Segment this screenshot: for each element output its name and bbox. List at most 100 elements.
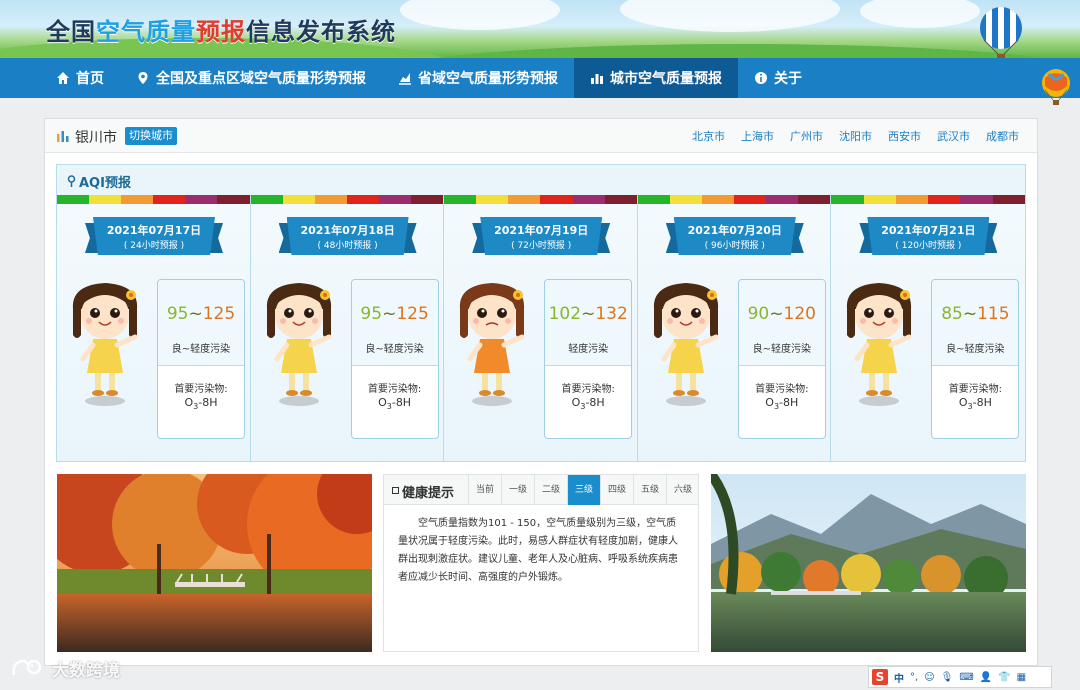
- punctuation-icon[interactable]: °,: [910, 672, 918, 683]
- current-city: 银川市: [75, 130, 117, 146]
- nav-provincial-label: 省域空气质量形势预报: [418, 71, 558, 87]
- primary-pollutant: O3-8H: [958, 396, 992, 412]
- aqi-low: 95: [166, 304, 189, 324]
- date-ribbon: 2021年07月18日 ( 48小时预报 ): [278, 217, 417, 255]
- nav-about[interactable]: 关于: [738, 58, 818, 98]
- primary-pollutant-label: 首要污染物:: [948, 384, 1003, 395]
- nav-about-label: 关于: [774, 71, 802, 87]
- primary-pollutant-label: 首要污染物:: [367, 384, 422, 395]
- user-icon[interactable]: 👤: [980, 672, 992, 683]
- forecast-day-1: 2021年07月17日 ( 24小时预报 ) 95~125 良~轻度污染 首要污…: [57, 195, 251, 461]
- forecast-days: 2021年07月17日 ( 24小时预报 ) 95~125 良~轻度污染 首要污…: [57, 195, 1025, 461]
- forecast-horizon: ( 72小时预报 ): [511, 241, 572, 251]
- emoji-icon[interactable]: ☺: [924, 672, 934, 683]
- nav-provincial-forecast[interactable]: 省域空气质量形势预报: [382, 58, 574, 98]
- date-ribbon: 2021年07月17日 ( 24小时预报 ): [85, 217, 223, 255]
- forecast-horizon: ( 96小时预报 ): [704, 241, 765, 251]
- aqi-level-colorbar: [57, 195, 250, 204]
- location-pin-icon: [67, 175, 76, 187]
- aqi-low: 90: [747, 304, 770, 324]
- tab-level-3[interactable]: 三级: [567, 475, 600, 505]
- aqi-level-tabs: 当前 一级 二级 三级 四级 五级 六级: [468, 475, 699, 505]
- city-link-shanghai[interactable]: 上海市: [741, 128, 774, 144]
- toolbox-icon[interactable]: ▦: [1017, 672, 1026, 683]
- skin-icon[interactable]: 👕: [998, 672, 1010, 683]
- location-pin-icon: [138, 72, 148, 84]
- nav-home[interactable]: 首页: [0, 58, 120, 98]
- city-link-shenyang[interactable]: 沈阳市: [839, 128, 872, 144]
- primary-pollutant-label: 首要污染物:: [174, 384, 228, 395]
- aqi-level-text: 良~轻度污染: [365, 344, 424, 355]
- aqi-level-text: 良~轻度污染: [171, 344, 231, 355]
- tab-level-1[interactable]: 一级: [501, 475, 534, 505]
- forecast-horizon: ( 48小时预报 ): [317, 241, 378, 251]
- aqi-level-colorbar: [637, 195, 831, 204]
- aqi-range: 90~120: [747, 304, 816, 324]
- happy-girl-mascot-icon: [847, 283, 912, 406]
- aqi-card: 95~125 良~轻度污染 首要污染物: O3-8H: [157, 279, 245, 439]
- aqi-range: 95~125: [360, 304, 429, 324]
- aqi-range: 85~115: [941, 304, 1010, 324]
- tab-level-4[interactable]: 四级: [600, 475, 633, 505]
- forecast-date: 2021年07月19日: [494, 224, 589, 237]
- forecast-day-3: 2021年07月19日 ( 72小时预报 ) 102~132 轻度污染 首要污染…: [444, 195, 638, 461]
- city-link-beijing[interactable]: 北京市: [692, 128, 725, 144]
- primary-pollutant: O3-8H: [184, 396, 218, 412]
- switch-city-button[interactable]: 切换城市: [125, 127, 177, 145]
- square-bullet-icon: [392, 487, 399, 494]
- keyboard-icon[interactable]: ⌨: [959, 672, 973, 683]
- date-ribbon: 2021年07月21日 ( 120小时预报 ): [859, 217, 998, 255]
- happy-girl-mascot-icon: [266, 283, 332, 406]
- forecast-day-2: 2021年07月18日 ( 48小时预报 ) 95~125 良~轻度污染 首要污…: [250, 195, 445, 461]
- city-bar: 银川市 切换城市 北京市 上海市 广州市 沈阳市 西安市 武汉市 成都市: [45, 119, 1037, 153]
- nav-city-label: 城市空气质量预报: [610, 71, 722, 87]
- info-icon: [755, 72, 767, 84]
- aqi-high: 132: [595, 304, 628, 324]
- lake-mountain-photo: [711, 474, 1026, 652]
- ime-toolbar: S 中 °, ☺ 🎙 ⌨ 👤 👕 ▦: [868, 666, 1052, 688]
- health-tips-panel: 健康提示 当前 一级 二级 三级 四级 五级 六级 空气质量指数为101 - 1…: [383, 474, 699, 652]
- chart-icon: [399, 73, 411, 85]
- aqi-level-text: 轻度污染: [568, 344, 609, 355]
- aqi-level-colorbar: [250, 195, 444, 204]
- site-title: 全国空气质量预报信息发布系统: [46, 18, 396, 46]
- tab-current[interactable]: 当前: [468, 475, 501, 505]
- tab-level-6[interactable]: 六级: [666, 475, 699, 505]
- bar-chart-icon: [591, 74, 603, 84]
- city-link-wuhan[interactable]: 武汉市: [937, 128, 970, 144]
- aqi-title: AQI预报: [79, 176, 131, 191]
- forecast-date: 2021年07月18日: [300, 224, 395, 237]
- aqi-card: 85~115 良~轻度污染 首要污染物: O3-8H: [931, 279, 1020, 439]
- nav-city-forecast[interactable]: 城市空气质量预报: [574, 58, 738, 98]
- microphone-icon[interactable]: 🎙: [941, 672, 954, 683]
- forecast-day-4: 2021年07月20日 ( 96小时预报 ) 90~120 良~轻度污染 首要污…: [637, 195, 832, 461]
- nav-national-forecast[interactable]: 全国及重点区域空气质量形势预报: [120, 58, 382, 98]
- aqi-level-text: 良~轻度污染: [946, 344, 1005, 355]
- main-nav: 首页 全国及重点区域空气质量形势预报 省域空气质量形势预报 城市空气质量预报 关…: [0, 58, 1080, 98]
- tab-level-2[interactable]: 二级: [534, 475, 567, 505]
- sad-girl-mascot-icon: [460, 283, 525, 406]
- aqi-high: 125: [202, 304, 236, 324]
- primary-pollutant: O3-8H: [765, 396, 799, 412]
- aqi-range: 95~125: [166, 304, 236, 324]
- aqi-card: 90~120 良~轻度污染 首要污染物: O3-8H: [737, 279, 826, 439]
- aqi-high: 120: [783, 304, 816, 324]
- primary-pollutant-label: 首要污染物:: [561, 384, 615, 395]
- sogou-logo-icon[interactable]: S: [872, 669, 888, 685]
- city-link-guangzhou[interactable]: 广州市: [790, 128, 823, 144]
- aqi-high: 125: [396, 304, 429, 324]
- aqi-level-colorbar: [444, 195, 637, 204]
- ime-mode-toggle[interactable]: 中: [894, 670, 904, 685]
- autumn-forest-photo: [57, 474, 372, 652]
- aqi-low: 102: [548, 304, 582, 324]
- city-link-chengdu[interactable]: 成都市: [986, 128, 1019, 144]
- health-tips-text: 空气质量指数为101 - 150，空气质量级别为三级，空气质量状况属于轻度污染。…: [398, 518, 678, 583]
- city-link-xian[interactable]: 西安市: [888, 128, 921, 144]
- aqi-card: 95~125 良~轻度污染 首要污染物: O3-8H: [350, 279, 439, 439]
- aqi-card: 102~132 轻度污染 首要污染物: O3-8H: [544, 279, 633, 439]
- tab-level-5[interactable]: 五级: [633, 475, 666, 505]
- city-quick-links: 北京市 上海市 广州市 沈阳市 西安市 武汉市 成都市: [692, 128, 1019, 144]
- nav-home-label: 首页: [76, 71, 104, 87]
- primary-pollutant-label: 首要污染物:: [755, 384, 809, 395]
- nav-national-label: 全国及重点区域空气质量形势预报: [156, 71, 366, 87]
